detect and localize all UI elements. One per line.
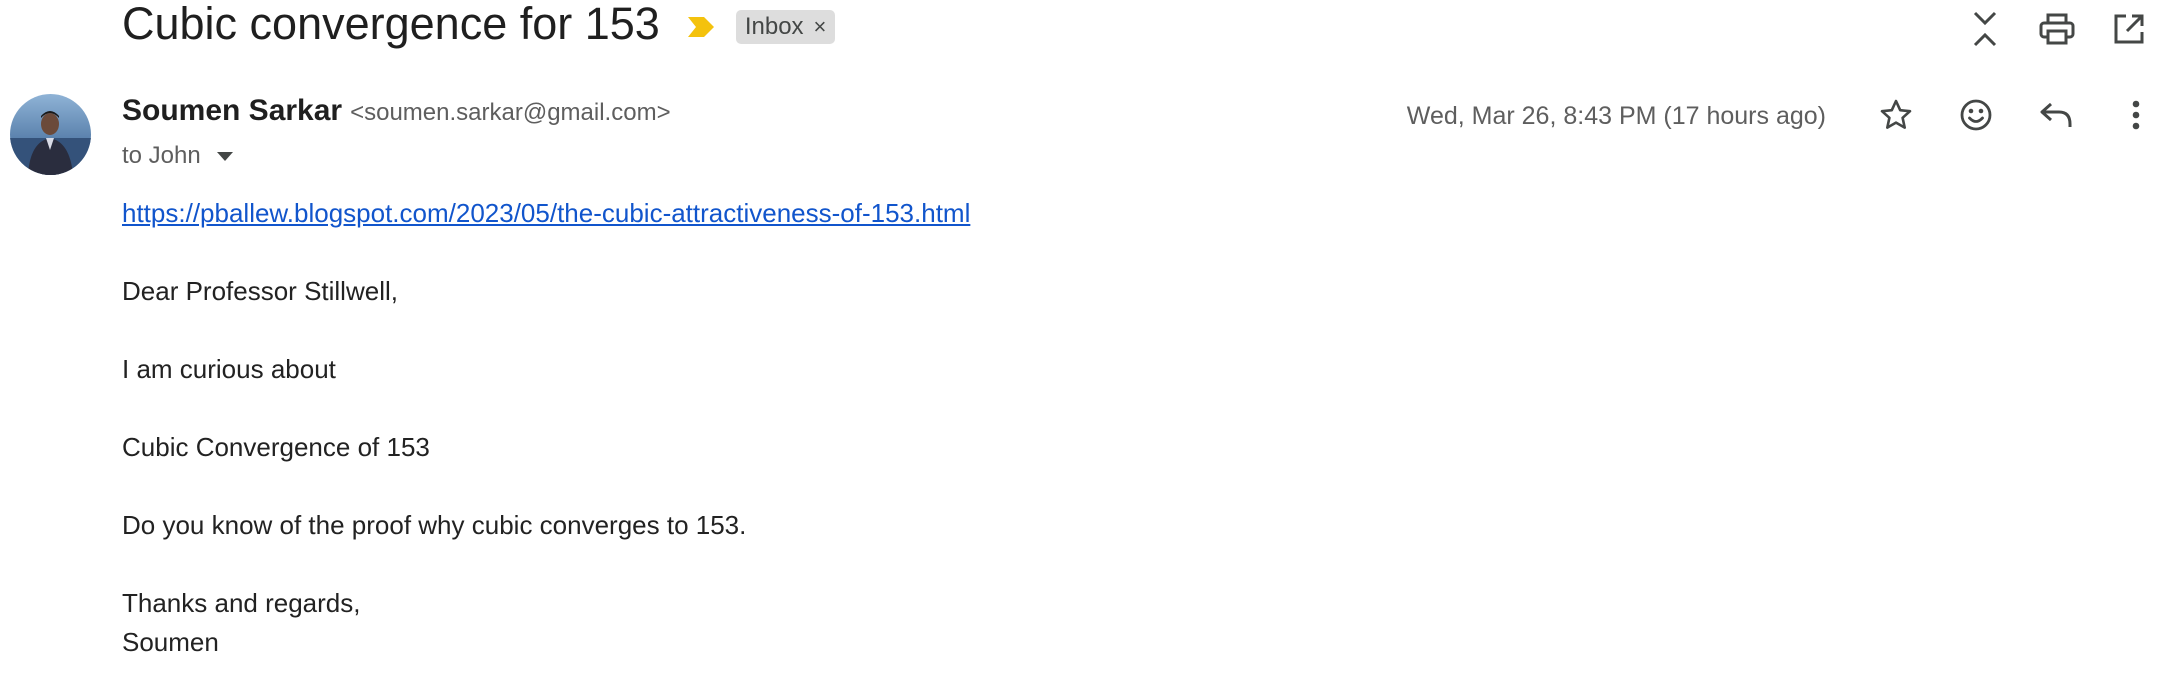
recipient-text: to John <box>122 142 201 169</box>
reply-icon[interactable] <box>2032 91 2080 139</box>
importance-marker-icon[interactable] <box>686 15 716 39</box>
sender-avatar[interactable] <box>10 94 91 175</box>
label-chip-text: Inbox <box>744 13 804 40</box>
body-line-3: Do you know of the proof why cubic conve… <box>122 510 747 540</box>
thread-actions <box>1936 6 2152 52</box>
more-vert-icon[interactable] <box>2112 91 2160 139</box>
sender-name[interactable]: Soumen Sarkar <box>122 94 342 128</box>
message-date: Wed, Mar 26, 8:43 PM (17 hours ago) <box>1406 102 1826 130</box>
show-details-dropdown-icon[interactable] <box>216 151 233 161</box>
emoji-reaction-icon[interactable] <box>1952 91 2000 139</box>
inbox-label-chip[interactable]: Inbox × <box>735 10 836 44</box>
closing-text: Thanks and regards, <box>122 588 361 618</box>
message-body: https://pballew.blogspot.com/2023/05/the… <box>122 194 970 662</box>
body-line-2: Cubic Convergence of 153 <box>122 432 430 462</box>
greeting-text: Dear Professor Stillwell, <box>122 276 398 306</box>
message-actions <box>1840 91 2160 139</box>
collapse-all-icon[interactable] <box>1962 6 2008 52</box>
print-icon[interactable] <box>2034 6 2080 52</box>
body-line-1: I am curious about <box>122 354 336 384</box>
sender-line: Soumen Sarkar <soumen.sarkar@gmail.com> <box>122 94 671 138</box>
signature-text: Soumen <box>122 627 219 657</box>
email-subject: Cubic convergence for 153 <box>122 0 660 49</box>
open-in-new-window-icon[interactable] <box>2106 6 2152 52</box>
recipient-line: to John <box>122 140 233 172</box>
blog-link[interactable]: https://pballew.blogspot.com/2023/05/the… <box>122 198 970 228</box>
remove-label-button[interactable]: × <box>814 14 827 40</box>
sender-email: <soumen.sarkar@gmail.com> <box>350 99 671 126</box>
subject-row: Cubic convergence for 153 Inbox × <box>122 0 836 54</box>
star-icon[interactable] <box>1872 91 1920 139</box>
